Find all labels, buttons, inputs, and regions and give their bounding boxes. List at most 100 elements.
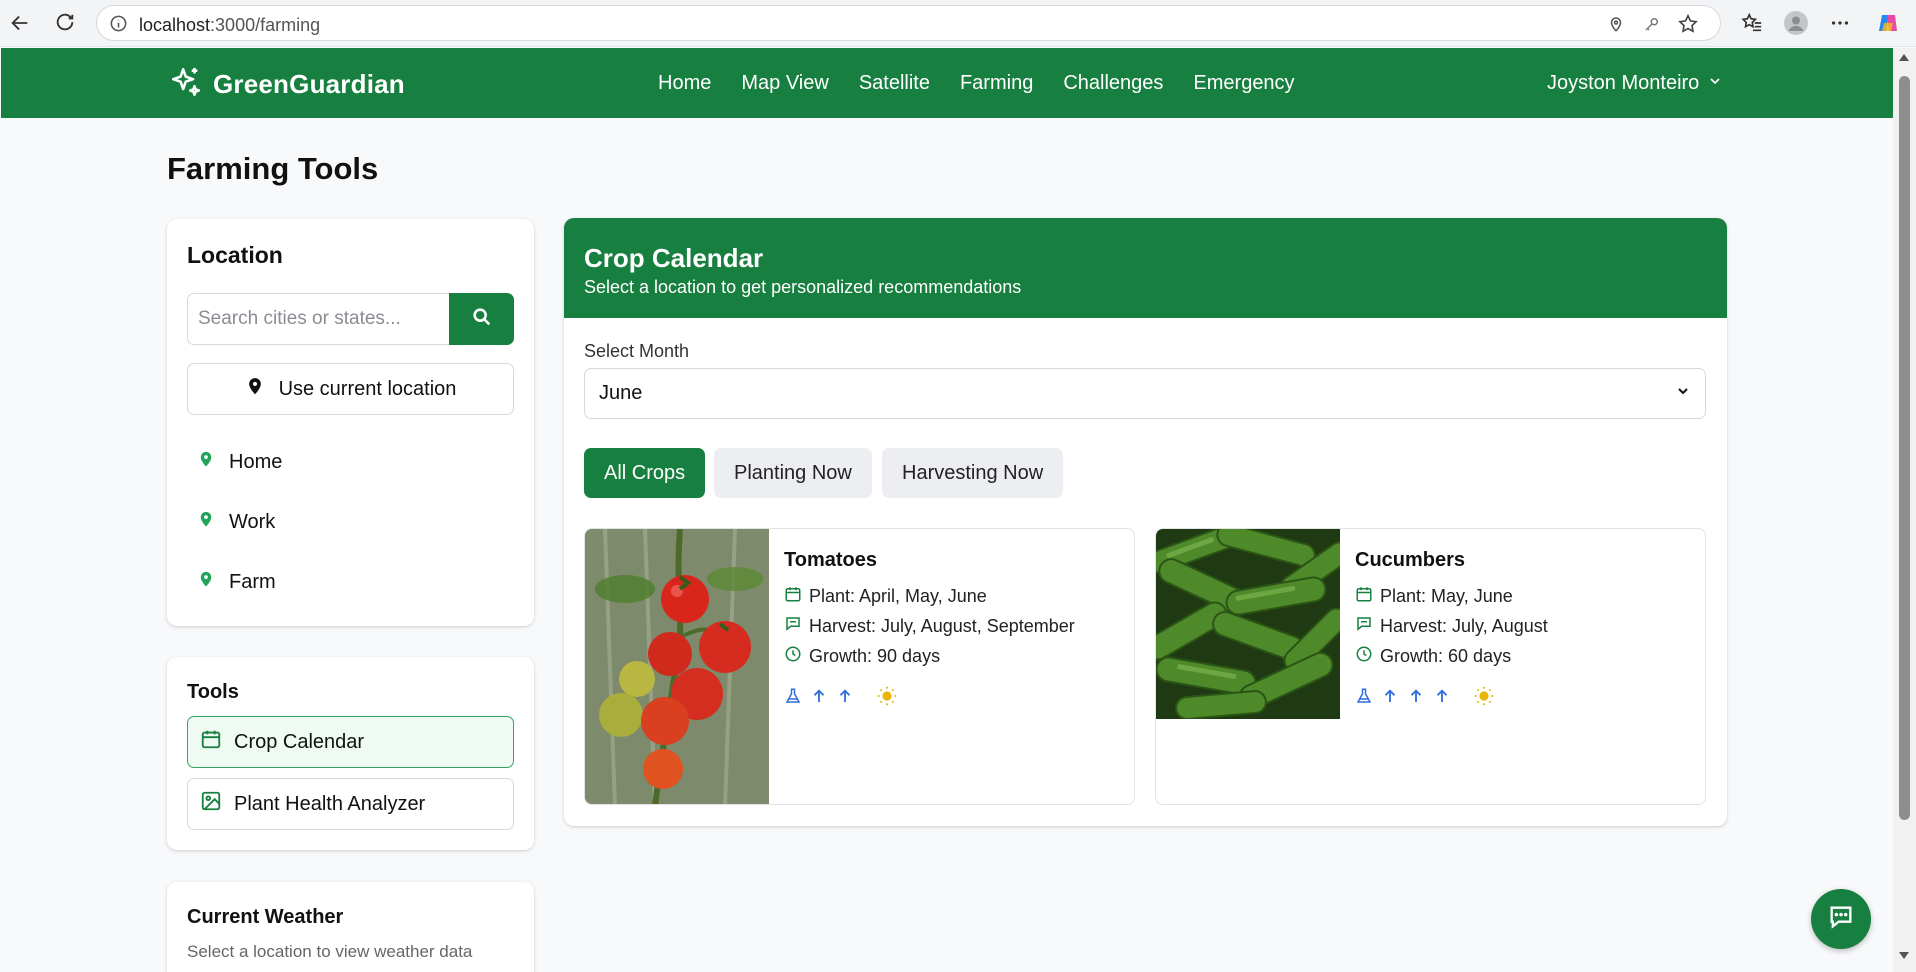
crop-growth-text: Growth: 90 days xyxy=(809,646,941,666)
crop-plant-text: Plant: May, June xyxy=(1380,586,1513,606)
nav-challenges[interactable]: Challenges xyxy=(1063,72,1163,95)
copilot-icon[interactable] xyxy=(1876,11,1900,35)
favorite-star-icon[interactable] xyxy=(1677,13,1699,40)
water-arrow-up-icon xyxy=(810,687,828,710)
sun-icon xyxy=(1473,685,1495,712)
crop-calendar-title: Crop Calendar xyxy=(584,243,764,273)
brand-logo[interactable]: GreenGuardian xyxy=(169,65,405,104)
crop-plant-info: Plant: May, June xyxy=(1355,585,1513,608)
search-icon xyxy=(471,306,493,333)
weather-heading: Current Weather xyxy=(187,906,344,928)
tool-plant-health-analyzer[interactable]: Plant Health Analyzer xyxy=(187,778,514,830)
url-text[interactable]: localhost:3000/farming xyxy=(139,15,320,36)
location-search-input[interactable] xyxy=(187,293,450,345)
crop-harvest-info: Harvest: July, August, September xyxy=(784,615,1075,638)
crop-name: Cucumbers xyxy=(1355,549,1466,571)
chevron-down-icon xyxy=(1707,72,1723,95)
tool-label: Crop Calendar xyxy=(234,730,365,753)
sparkle-logo-icon xyxy=(169,65,203,104)
sun-icon xyxy=(876,685,898,712)
crop-harvest-text: Harvest: July, August xyxy=(1380,616,1548,636)
nav-farming[interactable]: Farming xyxy=(960,72,1033,95)
cucumbers-image xyxy=(1156,529,1340,719)
use-current-location-label: Use current location xyxy=(278,377,457,400)
soil-flask-icon xyxy=(784,687,802,710)
tools-card: Tools Crop Calendar Plant Health Analyze… xyxy=(167,657,534,850)
green-pin-icon xyxy=(197,448,215,476)
user-name: Joyston Monteiro xyxy=(1547,72,1700,94)
nav-map-view[interactable]: Map View xyxy=(741,72,828,95)
crop-plant-text: Plant: April, May, June xyxy=(809,586,987,606)
calendar-icon xyxy=(200,728,222,756)
chat-icon xyxy=(1827,903,1855,936)
crop-card-cucumbers[interactable]: Cucumbers Plant: May, June Harvest: July… xyxy=(1155,528,1706,805)
reload-icon[interactable] xyxy=(52,10,78,36)
saved-location-home[interactable]: Home xyxy=(197,448,282,476)
search-button[interactable] xyxy=(449,293,514,345)
crop-growth-info: Growth: 60 days xyxy=(1355,645,1511,668)
water-arrow-up-icon xyxy=(1407,687,1425,710)
chevron-down-icon xyxy=(1675,382,1691,405)
nav-satellite[interactable]: Satellite xyxy=(859,72,930,95)
tomatoes-image xyxy=(585,529,769,804)
user-menu[interactable]: Joyston Monteiro xyxy=(1547,72,1723,95)
crop-card-tomatoes[interactable]: Tomatoes Plant: April, May, June Harvest… xyxy=(584,528,1135,805)
green-pin-icon xyxy=(197,508,215,536)
back-icon[interactable] xyxy=(7,10,33,36)
month-label: Select Month xyxy=(584,341,690,361)
map-pin-icon xyxy=(245,375,265,403)
location-heading: Location xyxy=(187,242,283,268)
green-pin-icon xyxy=(197,568,215,596)
nav-home[interactable]: Home xyxy=(658,72,711,95)
brand-name: GreenGuardian xyxy=(213,69,405,99)
water-arrow-up-icon xyxy=(1433,687,1451,710)
soil-flask-icon xyxy=(1355,687,1373,710)
nav-emergency[interactable]: Emergency xyxy=(1193,72,1294,95)
crop-growth-text: Growth: 60 days xyxy=(1380,646,1512,666)
saved-location-farm[interactable]: Farm xyxy=(197,568,276,596)
crop-requirement-icons xyxy=(784,685,898,712)
image-icon xyxy=(200,790,222,818)
filter-all-crops[interactable]: All Crops xyxy=(584,448,706,498)
harvest-icon xyxy=(1355,615,1373,638)
site-info-icon[interactable] xyxy=(109,14,128,38)
filter-harvesting-now[interactable]: Harvesting Now xyxy=(882,448,1064,498)
saved-location-work[interactable]: Work xyxy=(197,508,275,536)
tools-heading: Tools xyxy=(187,681,239,703)
scroll-up-arrow-icon[interactable] xyxy=(1899,54,1909,61)
app-header: GreenGuardian Home Map View Satellite Fa… xyxy=(1,48,1893,118)
scroll-down-arrow-icon[interactable] xyxy=(1899,952,1909,959)
month-select[interactable]: June xyxy=(584,368,1706,419)
favorites-list-icon[interactable] xyxy=(1740,11,1764,35)
water-arrow-up-icon xyxy=(1381,687,1399,710)
page-title: Farming Tools xyxy=(167,151,379,186)
page-scrollbar[interactable] xyxy=(1893,48,1916,972)
key-icon[interactable] xyxy=(1643,15,1661,38)
saved-location-label: Farm xyxy=(229,570,276,593)
calendar-icon xyxy=(1355,585,1373,608)
saved-location-label: Work xyxy=(229,510,276,533)
saved-location-label: Home xyxy=(229,450,283,473)
weather-card: Current Weather Select a location to vie… xyxy=(167,882,534,972)
more-menu-icon[interactable] xyxy=(1828,11,1852,35)
crop-harvest-text: Harvest: July, August, September xyxy=(809,616,1075,636)
address-bar[interactable]: localhost:3000/farming xyxy=(96,5,1721,41)
water-arrow-up-icon xyxy=(836,687,854,710)
crop-growth-info: Growth: 90 days xyxy=(784,645,940,668)
profile-avatar-icon[interactable] xyxy=(1784,11,1808,35)
main-nav: Home Map View Satellite Farming Challeng… xyxy=(658,72,1295,95)
crop-harvest-info: Harvest: July, August xyxy=(1355,615,1548,638)
weather-subtitle: Select a location to view weather data xyxy=(187,942,473,961)
month-select-value: June xyxy=(599,382,643,404)
clock-icon xyxy=(1355,645,1373,668)
use-current-location-button[interactable]: Use current location xyxy=(187,363,514,415)
calendar-icon xyxy=(784,585,802,608)
filter-planting-now[interactable]: Planting Now xyxy=(714,448,872,498)
harvest-icon xyxy=(784,615,802,638)
location-permission-icon[interactable] xyxy=(1607,15,1625,38)
tool-crop-calendar[interactable]: Crop Calendar xyxy=(187,716,514,768)
crop-requirement-icons xyxy=(1355,685,1495,712)
scroll-thumb[interactable] xyxy=(1899,76,1910,820)
chat-button[interactable] xyxy=(1811,889,1871,949)
clock-icon xyxy=(784,645,802,668)
